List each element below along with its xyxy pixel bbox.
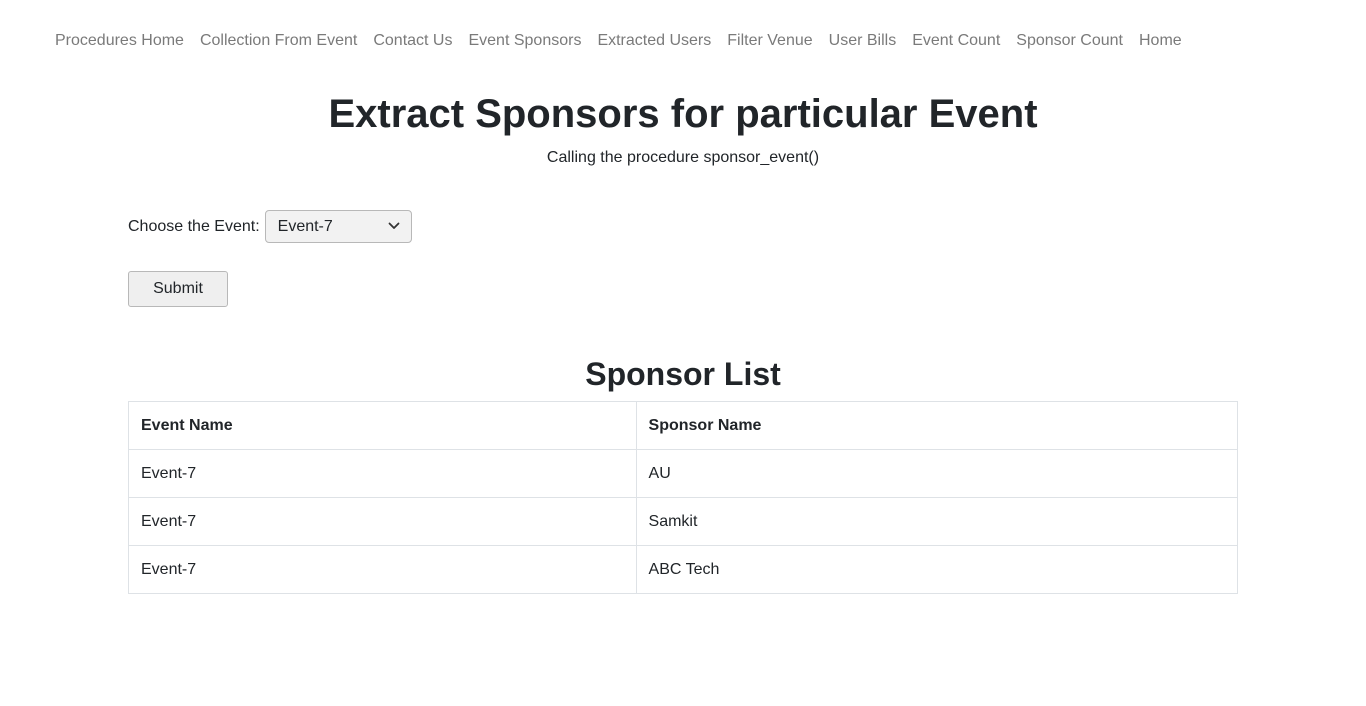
- table-header-row: Event Name Sponsor Name: [128, 401, 1239, 450]
- nav-link-contact-us[interactable]: Contact Us: [365, 24, 460, 58]
- nav-link-sponsor-count[interactable]: Sponsor Count: [1008, 24, 1131, 58]
- cell-sponsor-name: ABC Tech: [635, 545, 1239, 594]
- column-header-event-name: Event Name: [128, 401, 637, 450]
- cell-event-name: Event-7: [128, 545, 637, 594]
- table-row: Event-7 Samkit: [128, 497, 1239, 546]
- nav-link-extracted-users[interactable]: Extracted Users: [589, 24, 719, 58]
- top-nav: Procedures Home Collection From Event Co…: [47, 24, 1190, 58]
- nav-link-event-count[interactable]: Event Count: [904, 24, 1008, 58]
- cell-event-name: Event-7: [128, 497, 637, 546]
- event-select-label: Choose the Event:: [128, 217, 260, 235]
- chevron-down-icon: [388, 222, 400, 229]
- nav-link-collection-from-event[interactable]: Collection From Event: [192, 24, 365, 58]
- submit-button[interactable]: Submit: [128, 271, 228, 307]
- table-row: Event-7 ABC Tech: [128, 545, 1239, 594]
- page-subtitle: Calling the procedure sponsor_event(): [546, 149, 820, 166]
- event-form-row: Choose the Event: Event-7: [128, 210, 412, 243]
- nav-link-home[interactable]: Home: [1131, 24, 1190, 58]
- nav-link-event-sponsors[interactable]: Event Sponsors: [460, 24, 589, 58]
- nav-link-user-bills[interactable]: User Bills: [821, 24, 905, 58]
- cell-sponsor-name: Samkit: [635, 497, 1239, 546]
- table-row: Event-7 AU: [128, 449, 1239, 498]
- event-select[interactable]: Event-7: [264, 210, 412, 243]
- column-header-sponsor-name: Sponsor Name: [635, 401, 1239, 450]
- event-select-value: Event-7: [277, 217, 333, 235]
- cell-event-name: Event-7: [128, 449, 637, 498]
- sponsor-table: Event Name Sponsor Name Event-7 AU Event…: [128, 401, 1239, 594]
- cell-sponsor-name: AU: [635, 449, 1239, 498]
- nav-link-procedures-home[interactable]: Procedures Home: [47, 24, 192, 58]
- page-title: Extract Sponsors for particular Event: [328, 92, 1038, 136]
- sponsor-list-title: Sponsor List: [585, 356, 781, 392]
- nav-link-filter-venue[interactable]: Filter Venue: [719, 24, 820, 58]
